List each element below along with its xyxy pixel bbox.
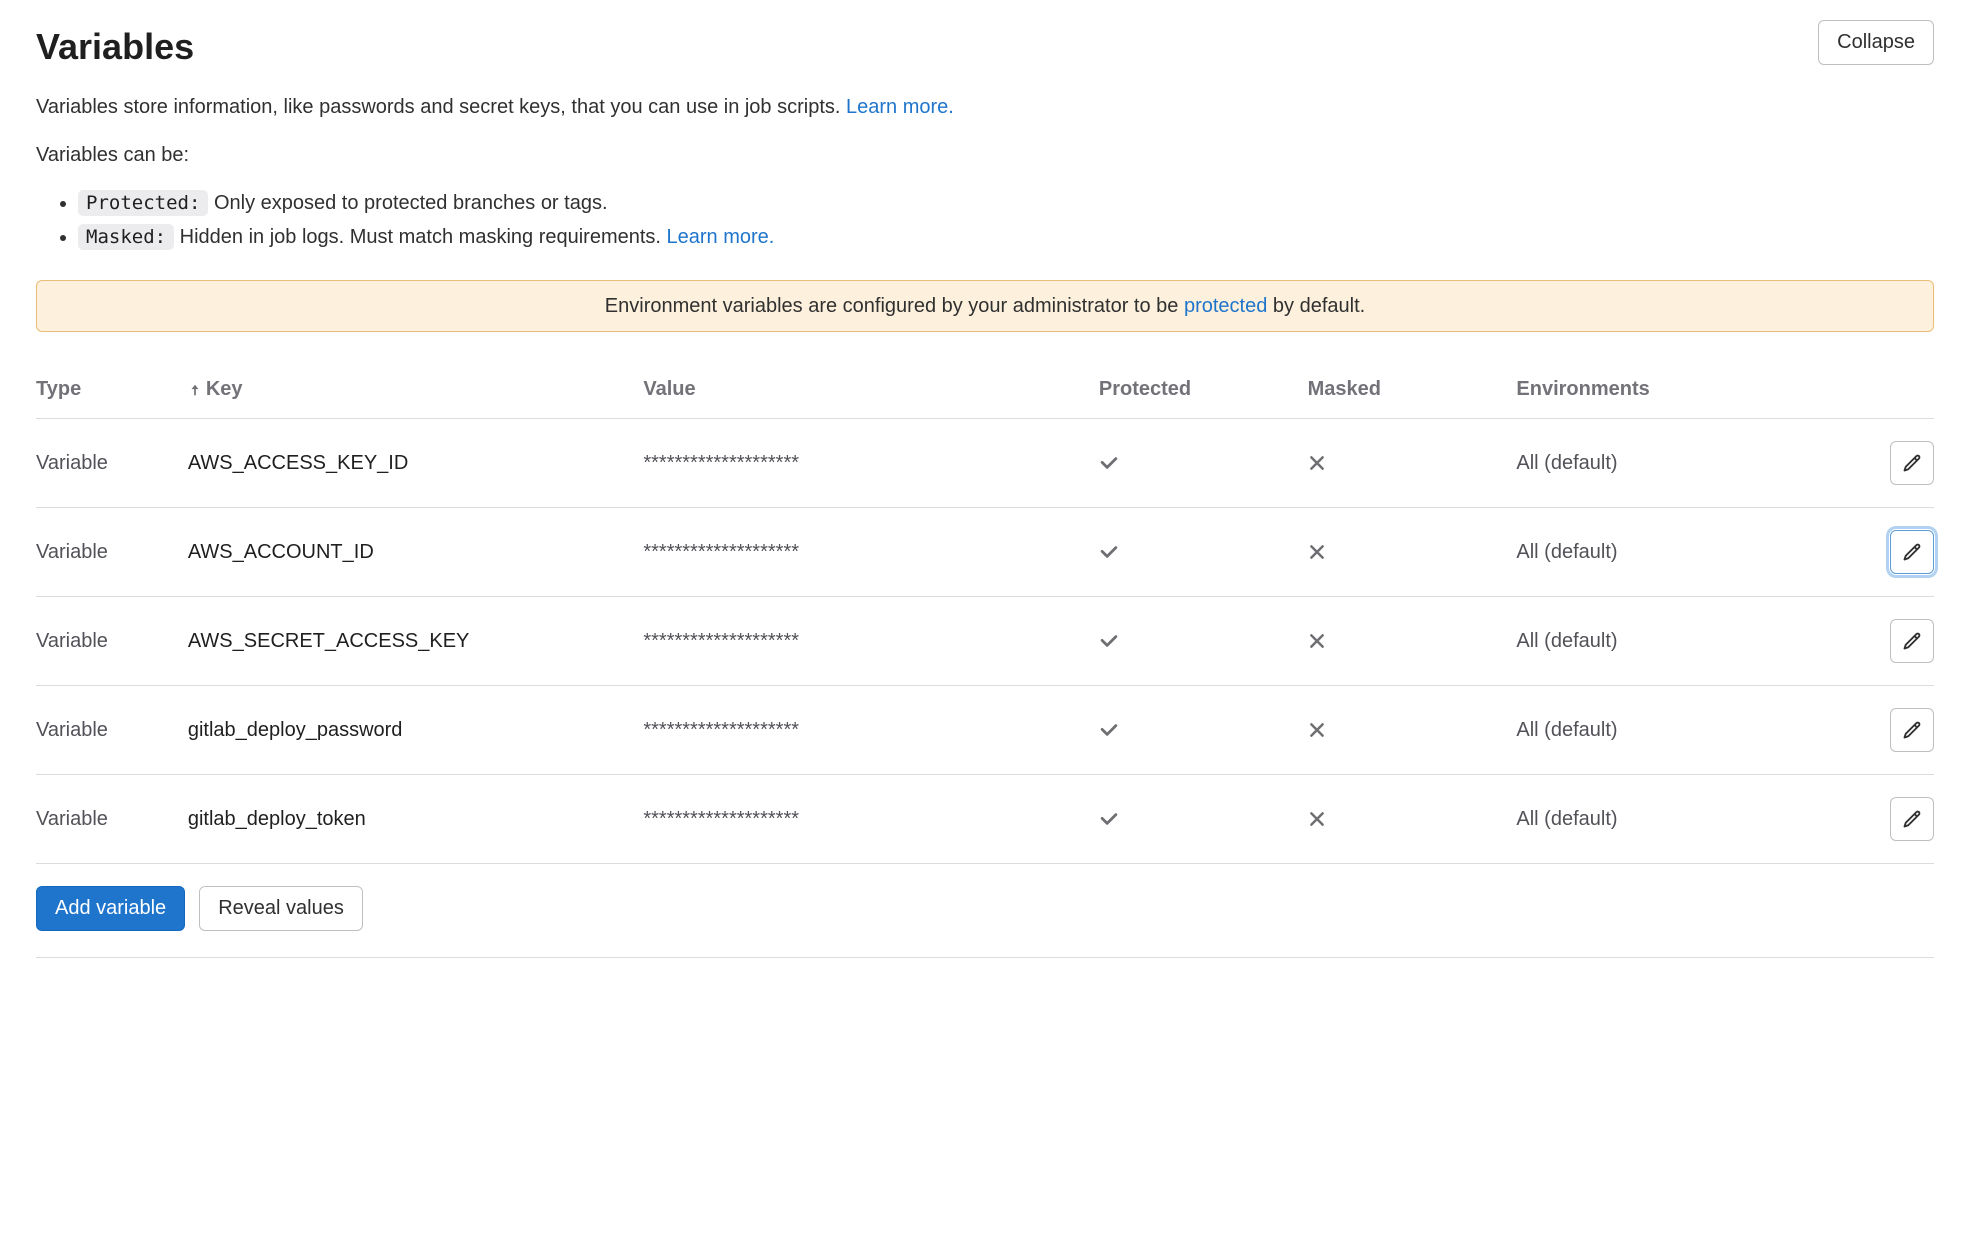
cell-env: All (default) bbox=[1516, 775, 1782, 864]
table-row: VariableAWS_SECRET_ACCESS_KEY***********… bbox=[36, 597, 1934, 686]
protected-default-alert: Environment variables are configured by … bbox=[36, 280, 1934, 332]
cell-value: ******************** bbox=[643, 597, 1099, 686]
col-environments[interactable]: Environments bbox=[1516, 360, 1782, 419]
col-key-label: Key bbox=[206, 378, 243, 400]
cell-protected bbox=[1099, 419, 1308, 508]
edit-variable-button[interactable] bbox=[1890, 619, 1934, 663]
close-icon bbox=[1308, 632, 1507, 650]
masked-code: Masked: bbox=[78, 224, 174, 250]
edit-variable-button[interactable] bbox=[1890, 441, 1934, 485]
pencil-icon bbox=[1902, 631, 1922, 651]
check-icon bbox=[1099, 720, 1298, 740]
table-row: Variablegitlab_deploy_token*************… bbox=[36, 775, 1934, 864]
cell-value: ******************** bbox=[643, 508, 1099, 597]
add-variable-button[interactable]: Add variable bbox=[36, 886, 185, 931]
check-icon bbox=[1099, 542, 1298, 562]
cell-masked bbox=[1308, 686, 1517, 775]
cell-type: Variable bbox=[36, 686, 188, 775]
close-icon bbox=[1308, 721, 1507, 739]
alert-suffix: by default. bbox=[1267, 295, 1365, 317]
sort-asc-icon bbox=[188, 383, 202, 397]
table-row: Variablegitlab_deploy_password**********… bbox=[36, 686, 1934, 775]
alert-protected-link[interactable]: protected bbox=[1184, 295, 1267, 317]
cell-type: Variable bbox=[36, 775, 188, 864]
cell-masked bbox=[1308, 419, 1517, 508]
close-icon bbox=[1308, 454, 1507, 472]
alert-prefix: Environment variables are configured by … bbox=[605, 295, 1184, 317]
protected-desc: Only exposed to protected branches or ta… bbox=[208, 192, 607, 214]
variables-can-be: Variables can be: bbox=[36, 140, 1934, 170]
cell-env: All (default) bbox=[1516, 686, 1782, 775]
variable-type-list: Protected: Only exposed to protected bra… bbox=[36, 188, 1934, 252]
cell-value: ******************** bbox=[643, 775, 1099, 864]
cell-key: gitlab_deploy_token bbox=[188, 775, 644, 864]
pencil-icon bbox=[1902, 720, 1922, 740]
cell-key: AWS_SECRET_ACCESS_KEY bbox=[188, 597, 644, 686]
cell-env: All (default) bbox=[1516, 597, 1782, 686]
cell-protected bbox=[1099, 508, 1308, 597]
cell-masked bbox=[1308, 508, 1517, 597]
cell-env: All (default) bbox=[1516, 419, 1782, 508]
masked-desc: Hidden in job logs. Must match masking r… bbox=[174, 226, 666, 248]
table-row: VariableAWS_ACCESS_KEY_ID***************… bbox=[36, 419, 1934, 508]
edit-variable-button[interactable] bbox=[1890, 530, 1934, 574]
col-protected[interactable]: Protected bbox=[1099, 360, 1308, 419]
table-row: VariableAWS_ACCOUNT_ID******************… bbox=[36, 508, 1934, 597]
check-icon bbox=[1099, 631, 1298, 651]
close-icon bbox=[1308, 810, 1507, 828]
cell-env: All (default) bbox=[1516, 508, 1782, 597]
list-item: Protected: Only exposed to protected bra… bbox=[78, 188, 1934, 218]
cell-protected bbox=[1099, 686, 1308, 775]
cell-value: ******************** bbox=[643, 686, 1099, 775]
variables-table: Type Key Value Protected Masked Environm… bbox=[36, 360, 1934, 864]
page-title: Variables bbox=[36, 20, 194, 74]
pencil-icon bbox=[1902, 542, 1922, 562]
cell-value: ******************** bbox=[643, 419, 1099, 508]
col-actions bbox=[1782, 360, 1934, 419]
edit-variable-button[interactable] bbox=[1890, 708, 1934, 752]
cell-key: AWS_ACCOUNT_ID bbox=[188, 508, 644, 597]
edit-variable-button[interactable] bbox=[1890, 797, 1934, 841]
check-icon bbox=[1099, 809, 1298, 829]
cell-masked bbox=[1308, 775, 1517, 864]
pencil-icon bbox=[1902, 453, 1922, 473]
cell-type: Variable bbox=[36, 597, 188, 686]
close-icon bbox=[1308, 543, 1507, 561]
col-key-sort[interactable]: Key bbox=[188, 360, 644, 419]
cell-key: AWS_ACCESS_KEY_ID bbox=[188, 419, 644, 508]
list-item: Masked: Hidden in job logs. Must match m… bbox=[78, 222, 1934, 252]
reveal-values-button[interactable]: Reveal values bbox=[199, 886, 363, 931]
pencil-icon bbox=[1902, 809, 1922, 829]
protected-code: Protected: bbox=[78, 190, 208, 216]
cell-key: gitlab_deploy_password bbox=[188, 686, 644, 775]
learn-more-link[interactable]: Learn more. bbox=[846, 96, 954, 118]
check-icon bbox=[1099, 453, 1298, 473]
cell-protected bbox=[1099, 597, 1308, 686]
collapse-button[interactable]: Collapse bbox=[1818, 20, 1934, 65]
cell-protected bbox=[1099, 775, 1308, 864]
col-masked[interactable]: Masked bbox=[1308, 360, 1517, 419]
cell-type: Variable bbox=[36, 508, 188, 597]
col-type[interactable]: Type bbox=[36, 360, 188, 419]
col-value[interactable]: Value bbox=[643, 360, 1099, 419]
variables-intro: Variables store information, like passwo… bbox=[36, 92, 1934, 122]
intro-text: Variables store information, like passwo… bbox=[36, 96, 846, 118]
cell-type: Variable bbox=[36, 419, 188, 508]
cell-masked bbox=[1308, 597, 1517, 686]
masked-learn-more-link[interactable]: Learn more. bbox=[667, 226, 775, 248]
